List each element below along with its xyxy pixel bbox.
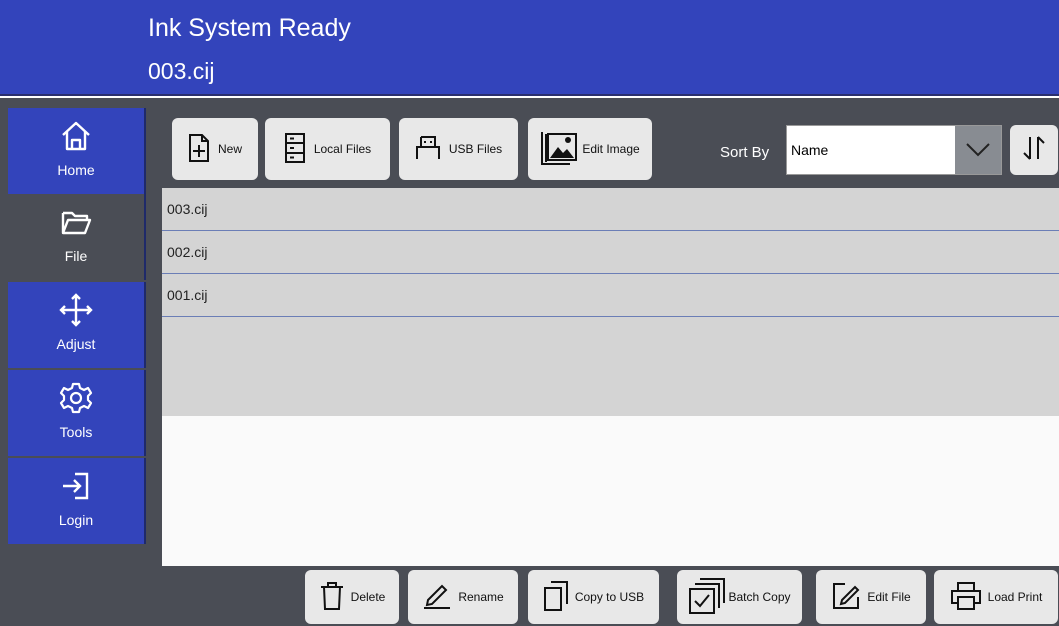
status-header: Ink System Ready 003.cij bbox=[0, 0, 1059, 96]
copy-to-usb-button[interactable]: Copy to USB bbox=[528, 570, 659, 624]
copy-to-usb-label: Copy to USB bbox=[574, 590, 645, 604]
list-item[interactable]: 001.cij bbox=[162, 274, 1059, 317]
sidebar-item-label: Adjust bbox=[56, 336, 96, 352]
edit-file-icon bbox=[831, 581, 861, 614]
pencil-icon bbox=[422, 582, 452, 613]
ink-status-text: Ink System Ready bbox=[148, 14, 351, 42]
sidebar-item-login[interactable]: Login bbox=[8, 458, 146, 544]
file-manager-panel: New Local Files USB Files Edit Image Sor… bbox=[150, 98, 1059, 626]
trash-icon bbox=[319, 581, 345, 614]
sort-value: Name bbox=[791, 142, 829, 158]
home-icon bbox=[58, 118, 94, 154]
usb-files-button[interactable]: USB Files bbox=[399, 118, 518, 180]
gear-icon bbox=[58, 380, 94, 416]
sidebar-item-adjust[interactable]: Adjust bbox=[8, 282, 146, 368]
file-list: 003.cij 002.cij 001.cij bbox=[162, 188, 1059, 416]
rename-label: Rename bbox=[458, 590, 504, 604]
sidebar: Home File Adjust Tools Login bbox=[0, 98, 150, 626]
usb-icon bbox=[415, 135, 441, 164]
local-files-icon bbox=[284, 132, 306, 167]
batch-copy-icon bbox=[688, 577, 726, 618]
edit-image-button[interactable]: Edit Image bbox=[528, 118, 652, 180]
edit-file-label: Edit File bbox=[867, 590, 911, 604]
content-area: New Local Files USB Files Edit Image Sor… bbox=[162, 110, 1059, 626]
load-print-label: Load Print bbox=[987, 590, 1043, 604]
edit-image-label: Edit Image bbox=[582, 142, 640, 156]
edit-file-button[interactable]: Edit File bbox=[816, 570, 926, 624]
sidebar-item-label: File bbox=[64, 248, 88, 264]
sidebar-item-home[interactable]: Home bbox=[8, 108, 146, 194]
move-arrows-icon bbox=[58, 292, 94, 328]
file-actions-bar: Delete Rename Copy to USB Batch Copy Edi… bbox=[162, 566, 1059, 626]
printer-icon bbox=[950, 581, 982, 614]
sort-by-label: Sort By bbox=[720, 144, 770, 161]
usb-files-label: USB Files bbox=[448, 142, 503, 156]
current-file-name: 003.cij bbox=[148, 58, 215, 84]
local-files-label: Local Files bbox=[313, 142, 372, 156]
sort-by-select[interactable]: Name bbox=[786, 125, 1002, 175]
new-file-button[interactable]: New bbox=[172, 118, 258, 180]
delete-label: Delete bbox=[350, 590, 386, 604]
copy-icon bbox=[543, 580, 569, 615]
delete-button[interactable]: Delete bbox=[305, 570, 399, 624]
sidebar-item-label: Login bbox=[58, 512, 94, 528]
local-files-button[interactable]: Local Files bbox=[265, 118, 390, 180]
list-item[interactable]: 003.cij bbox=[162, 188, 1059, 231]
list-item[interactable]: 002.cij bbox=[162, 231, 1059, 274]
sort-order-icon bbox=[1019, 133, 1049, 168]
rename-button[interactable]: Rename bbox=[408, 570, 518, 624]
file-toolbar: New Local Files USB Files Edit Image Sor… bbox=[162, 110, 1059, 188]
sidebar-item-file[interactable]: File bbox=[8, 194, 146, 280]
folder-icon bbox=[58, 204, 94, 240]
batch-copy-label: Batch Copy bbox=[728, 590, 791, 604]
new-file-icon bbox=[188, 133, 210, 166]
image-icon bbox=[540, 130, 578, 169]
batch-copy-button[interactable]: Batch Copy bbox=[677, 570, 802, 624]
sidebar-item-label: Home bbox=[57, 162, 95, 178]
sidebar-item-tools[interactable]: Tools bbox=[8, 370, 146, 456]
new-file-label: New bbox=[217, 142, 242, 156]
load-print-button[interactable]: Load Print bbox=[934, 570, 1058, 624]
chevron-down-icon[interactable] bbox=[955, 126, 1001, 174]
sort-order-button[interactable] bbox=[1010, 125, 1058, 175]
sidebar-item-label: Tools bbox=[59, 424, 93, 440]
login-icon bbox=[58, 468, 94, 504]
